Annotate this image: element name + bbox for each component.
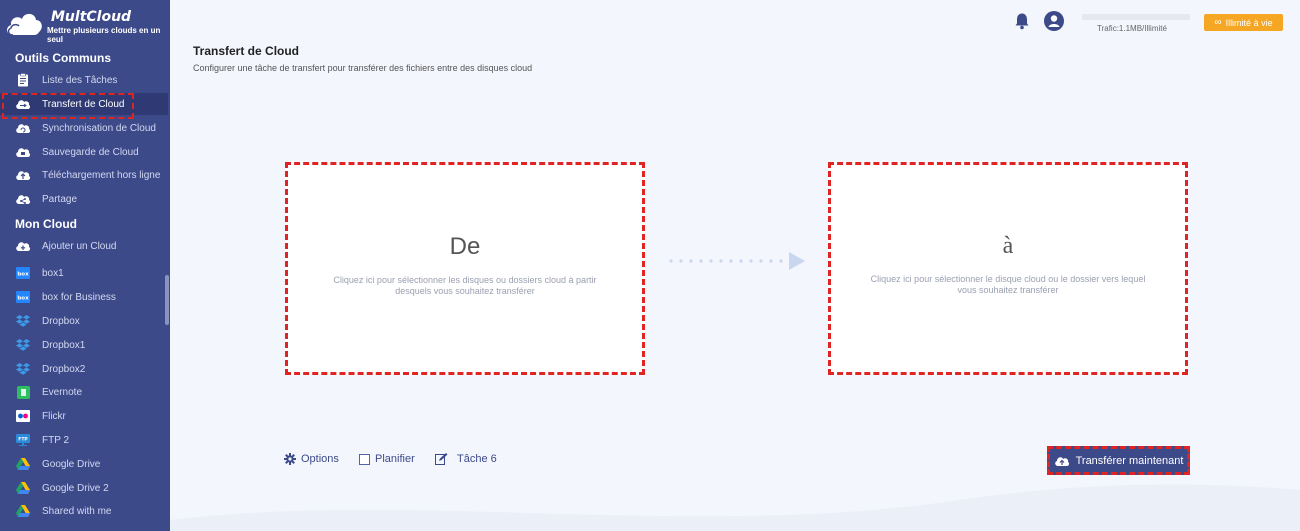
unlimited-label: Illimité à vie [1225, 17, 1273, 28]
sidebar-item-label: box for Business [42, 291, 116, 303]
unlimited-plan-button[interactable]: ∞ Illimité à vie [1204, 14, 1283, 31]
cloud-transfer-icon [15, 97, 31, 111]
box-icon: box [15, 266, 31, 280]
sidebar-item-label: Liste des Tâches [42, 74, 118, 86]
evernote-icon [15, 385, 31, 399]
brand-name: MultCloud [51, 9, 132, 25]
source-title: De [449, 233, 481, 260]
sidebar-item-add-cloud[interactable]: Ajouter un Cloud [0, 235, 168, 257]
sidebar-item-offline-download[interactable]: Téléchargement hors ligne [0, 164, 168, 186]
logo[interactable]: MultCloud Mettre plusieurs clouds en un … [4, 6, 164, 46]
dropbox-icon [15, 338, 31, 352]
box-icon: box [15, 290, 31, 304]
user-avatar-icon[interactable] [1044, 11, 1064, 31]
task-name-button[interactable]: Tâche 6 [435, 453, 497, 465]
sidebar-item-label: Sauvegarde de Cloud [42, 146, 139, 158]
sidebar-item-task-list[interactable]: Liste des Tâches [0, 69, 168, 91]
sidebar-item-google-drive[interactable]: Google Drive [0, 453, 168, 475]
sidebar-item-dropbox2[interactable]: Dropbox2 [0, 358, 168, 380]
sidebar-item-label: Synchronisation de Cloud [42, 122, 156, 134]
schedule-label: Planifier [375, 453, 415, 465]
svg-text:box: box [17, 296, 29, 302]
sidebar-item-label: Téléchargement hors ligne [42, 169, 161, 181]
google-drive-icon [15, 481, 31, 495]
sidebar-item-dropbox1[interactable]: Dropbox1 [0, 334, 168, 356]
options-button[interactable]: Options [284, 453, 339, 465]
options-label: Options [301, 453, 339, 465]
sidebar-item-share[interactable]: Partage [0, 188, 168, 210]
dropbox-icon [15, 362, 31, 376]
sidebar-item-label: Shared with me [42, 505, 112, 517]
page-subtitle: Configurer une tâche de transfert pour t… [193, 63, 533, 73]
sidebar-item-shared-with-me[interactable]: Shared with me [0, 500, 168, 522]
destination-selector-panel[interactable]: à Cliquez ici pour sélectionner le disqu… [828, 162, 1188, 375]
sidebar-item-label: Evernote [42, 386, 83, 398]
sidebar-item-label: Ajouter un Cloud [42, 240, 117, 252]
bell-icon[interactable] [1013, 12, 1031, 30]
sidebar-item-label: Dropbox [42, 315, 80, 327]
ftp-icon: FTP [15, 433, 31, 447]
section-cloud-title: Mon Cloud [15, 217, 77, 231]
sidebar-scrollbar[interactable] [165, 275, 169, 325]
checkbox-icon [359, 453, 370, 465]
task-list-icon [15, 73, 31, 87]
schedule-checkbox[interactable]: Planifier [359, 453, 415, 465]
sidebar-item-dropbox[interactable]: Dropbox [0, 310, 168, 332]
gear-icon [284, 453, 296, 465]
infinity-icon: ∞ [1214, 17, 1222, 28]
google-drive-icon [15, 504, 31, 518]
sidebar: MultCloud Mettre plusieurs clouds en un … [0, 0, 170, 531]
sidebar-item-flickr[interactable]: Flickr [0, 405, 168, 427]
sidebar-item-label: Dropbox1 [42, 339, 86, 351]
sidebar-item-label: Google Drive [42, 458, 101, 470]
sidebar-item-box1[interactable]: box box1 [0, 262, 168, 284]
multcloud-logo-icon [7, 13, 42, 36]
sidebar-item-label: Flickr [42, 410, 66, 422]
flickr-icon [15, 409, 31, 423]
sidebar-item-label: Transfert de Cloud [42, 98, 125, 110]
sidebar-item-cloud-backup[interactable]: Sauvegarde de Cloud [0, 141, 168, 163]
svg-text:FTP: FTP [18, 437, 28, 443]
sidebar-item-label: Partage [42, 193, 78, 205]
sidebar-item-ftp2[interactable]: FTP FTP 2 [0, 429, 168, 451]
brand-tagline: Mettre plusieurs clouds en un seul [47, 26, 161, 44]
traffic-text: Trafic:1.1MB/Illimité [1097, 24, 1167, 33]
cloud-upload-icon [1054, 455, 1070, 467]
dropbox-icon [15, 314, 31, 328]
cloud-sync-icon [15, 121, 31, 135]
sidebar-item-cloud-transfer[interactable]: Transfert de Cloud [0, 93, 168, 119]
section-tools-title: Outils Communs [15, 51, 112, 65]
source-hint: Cliquez ici pour sélectionner les disque… [333, 275, 597, 296]
svg-text:box: box [17, 272, 29, 278]
google-drive-icon [15, 457, 31, 471]
destination-title: à [1002, 233, 1014, 259]
task-label: Tâche 6 [457, 453, 497, 465]
sidebar-item-google-drive-2[interactable]: Google Drive 2 [0, 477, 168, 499]
sidebar-item-label: Google Drive 2 [42, 482, 109, 494]
share-icon [15, 192, 31, 206]
sidebar-item-label: Dropbox2 [42, 363, 86, 375]
background-wave [170, 484, 1300, 531]
sidebar-item-box-business[interactable]: box box for Business [0, 286, 168, 308]
sidebar-item-label: FTP 2 [42, 434, 70, 446]
transfer-now-label: Transférer maintenant [1075, 454, 1184, 467]
edit-icon [435, 453, 448, 465]
cloud-backup-icon [15, 145, 31, 159]
destination-hint: Cliquez ici pour sélectionner le disque … [870, 274, 1146, 295]
add-cloud-icon [15, 239, 31, 253]
sidebar-item-evernote[interactable]: Evernote [0, 381, 168, 403]
page-title: Transfert de Cloud [193, 44, 300, 58]
source-selector-panel[interactable]: De Cliquez ici pour sélectionner les dis… [285, 162, 645, 375]
traffic-progress-bar [1082, 14, 1190, 20]
sidebar-item-cloud-sync[interactable]: Synchronisation de Cloud [0, 117, 168, 139]
sidebar-item-label: box1 [42, 267, 64, 279]
transfer-arrow-icon [669, 252, 805, 270]
cloud-upload-icon [15, 168, 31, 182]
